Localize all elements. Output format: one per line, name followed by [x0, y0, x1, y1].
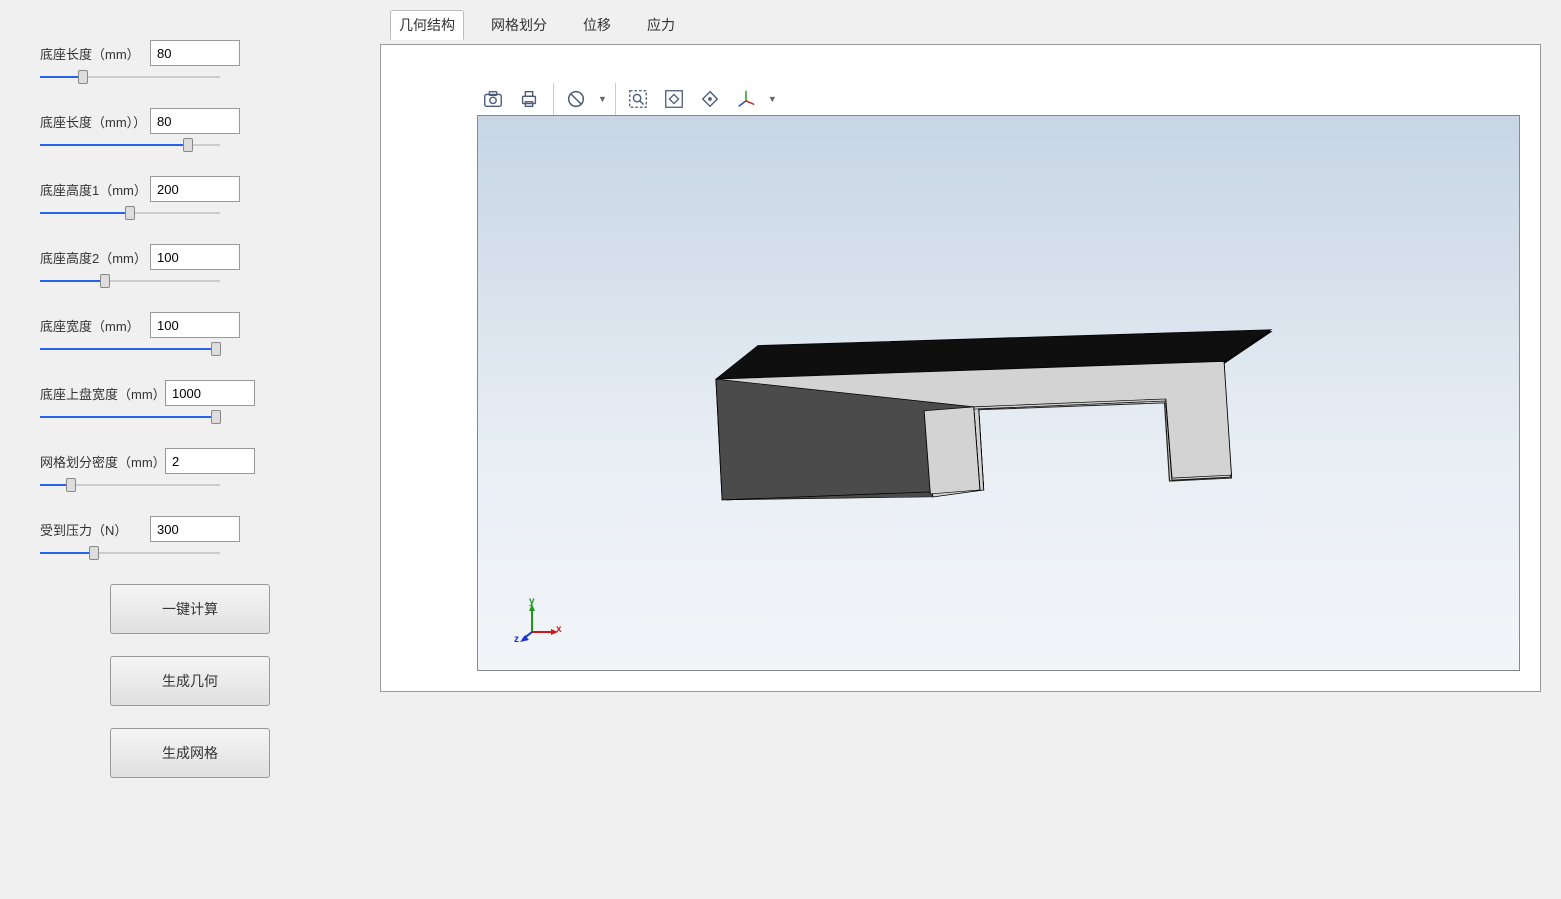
param-row: 底座高度1（mm） [40, 176, 340, 216]
param-label: 网格划分密度（mm） [40, 452, 165, 471]
tab[interactable]: 应力 [638, 10, 684, 40]
zoom-box-icon[interactable] [622, 83, 654, 115]
viewer-toolbar: ▼ [477, 83, 785, 115]
fit-view-icon[interactable] [658, 83, 690, 115]
param-input[interactable] [165, 380, 255, 406]
param-input[interactable] [150, 312, 240, 338]
chevron-down-icon[interactable]: ▼ [768, 94, 777, 104]
param-input[interactable] [150, 244, 240, 270]
3d-viewport[interactable]: y x z [477, 115, 1520, 671]
param-row: 底座上盘宽度（mm） [40, 380, 340, 420]
param-input[interactable] [150, 40, 240, 66]
param-label: 底座宽度（mm） [40, 316, 150, 335]
axis-triad: y x z [520, 602, 560, 642]
tab[interactable]: 位移 [574, 10, 620, 40]
chevron-down-icon[interactable]: ▼ [598, 94, 607, 104]
no-entry-icon[interactable] [560, 83, 592, 115]
param-row: 受到压力（N） [40, 516, 340, 556]
generate-mesh-button[interactable]: 生成网格 [110, 728, 270, 778]
param-slider[interactable] [40, 414, 220, 420]
param-slider[interactable] [40, 74, 220, 80]
param-slider[interactable] [40, 278, 220, 284]
tab-bar: 几何结构网格划分位移应力 [380, 0, 1561, 40]
param-slider[interactable] [40, 482, 220, 488]
tab[interactable]: 网格划分 [482, 10, 556, 40]
calculate-button[interactable]: 一键计算 [110, 584, 270, 634]
rotate-icon[interactable] [694, 83, 726, 115]
print-icon[interactable] [513, 83, 545, 115]
param-label: 受到压力（N） [40, 520, 150, 539]
snapshot-icon[interactable] [477, 83, 509, 115]
param-slider[interactable] [40, 346, 220, 352]
param-label: 底座长度（mm） [40, 44, 150, 63]
param-label: 底座长度（mm）） [40, 112, 150, 131]
viewer-frame: ▼ [380, 44, 1541, 692]
axis-y-label: y [529, 596, 535, 607]
axis-x-label: x [556, 624, 562, 635]
param-row: 底座高度2（mm） [40, 244, 340, 284]
param-input[interactable] [150, 516, 240, 542]
param-slider[interactable] [40, 550, 220, 556]
tab[interactable]: 几何结构 [390, 10, 464, 40]
param-label: 底座高度2（mm） [40, 248, 150, 267]
param-row: 底座长度（mm） [40, 40, 340, 80]
param-row: 底座宽度（mm） [40, 312, 340, 352]
param-label: 底座上盘宽度（mm） [40, 384, 165, 403]
param-row: 网格划分密度（mm） [40, 448, 340, 488]
axis-orientation-icon[interactable] [730, 83, 762, 115]
parameter-sidebar: 底座长度（mm） 底座长度（mm）） 底座高度1（mm） 底座高度2（mm） [0, 0, 380, 899]
main-panel: 几何结构网格划分位移应力 ▼ [380, 0, 1561, 899]
param-input[interactable] [150, 108, 240, 134]
generate-geometry-button[interactable]: 生成几何 [110, 656, 270, 706]
param-slider[interactable] [40, 142, 220, 148]
param-input[interactable] [150, 176, 240, 202]
param-slider[interactable] [40, 210, 220, 216]
param-row: 底座长度（mm）） [40, 108, 340, 148]
axis-z-label: z [514, 634, 519, 645]
param-input[interactable] [165, 448, 255, 474]
param-label: 底座高度1（mm） [40, 180, 150, 199]
